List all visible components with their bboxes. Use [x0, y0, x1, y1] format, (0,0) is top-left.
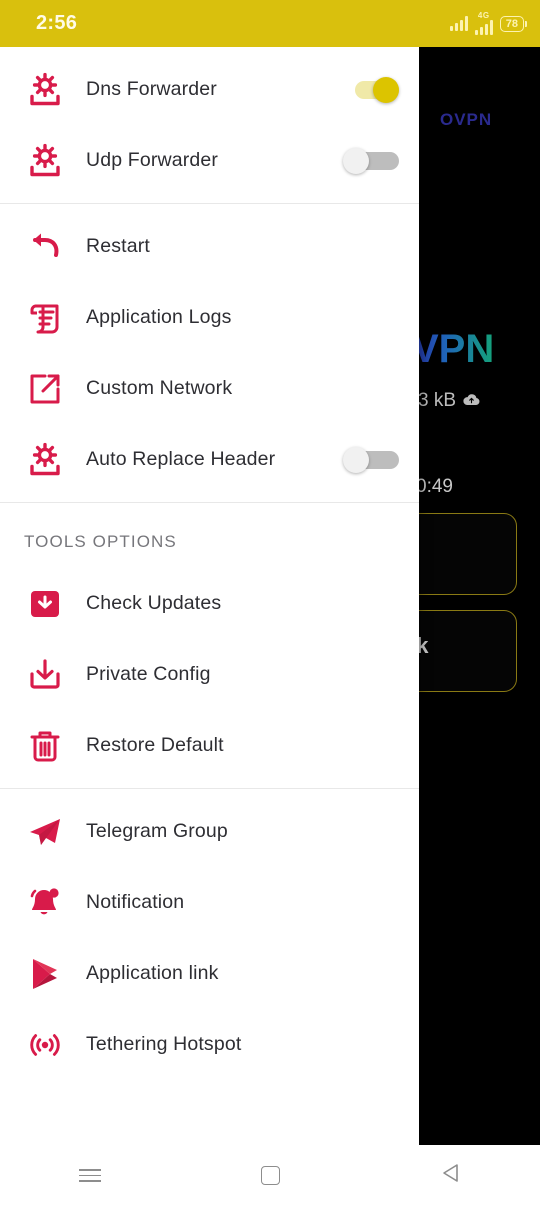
status-bar: 2:56 4G 78 [0, 0, 540, 47]
status-clock: 2:56 [36, 12, 78, 34]
navigation-drawer: Dns Forwarder Udp Forwarder Restart Appl… [0, 47, 419, 1145]
telegram-plane-icon [22, 814, 68, 850]
phone-screen: OVPN VPN 3 kB 0:49 ck 2:56 4G [0, 0, 540, 1206]
toggle-thumb [373, 76, 399, 103]
drawer-item-auto-replace-header[interactable]: Auto Replace Header [0, 424, 419, 495]
play-store-icon [22, 956, 68, 992]
home-button[interactable] [230, 1145, 310, 1206]
drawer-item-application-logs[interactable]: Application Logs [0, 282, 419, 353]
dns-forwarder-toggle[interactable] [343, 76, 399, 103]
drawer-item-private-config[interactable]: Private Config [0, 639, 419, 710]
drawer-item-custom-network[interactable]: Custom Network [0, 353, 419, 424]
drawer-item-application-link[interactable]: Application link [0, 938, 419, 1009]
app-title: VPN [412, 327, 495, 371]
gear-tray-icon [22, 70, 68, 110]
network-type-label: 4G [477, 11, 490, 20]
battery-icon: 78 [499, 15, 524, 32]
data-usage: 3 kB [418, 390, 480, 412]
drawer-item-notification[interactable]: Notification [0, 867, 419, 938]
download-tray-icon [22, 657, 68, 693]
recents-button[interactable] [50, 1145, 130, 1206]
signal-bars-icon [449, 16, 468, 31]
connection-timer: 0:49 [416, 476, 453, 497]
external-link-box-icon [22, 371, 68, 407]
back-button[interactable] [410, 1145, 490, 1206]
section-header-tools-options: TOOLS OPTIONS [24, 532, 177, 551]
drawer-item-label: Telegram Group [86, 820, 228, 842]
back-triangle-icon [442, 1163, 459, 1188]
toggle-thumb [343, 147, 369, 174]
drawer-item-dns-forwarder[interactable]: Dns Forwarder [0, 54, 419, 125]
drawer-item-label: Notification [86, 891, 185, 913]
battery-level: 78 [505, 17, 518, 30]
drawer-item-label: Application Logs [86, 306, 232, 328]
status-icons: 4G 78 [449, 11, 524, 35]
trash-icon [22, 728, 68, 764]
drawer-item-label: Dns Forwarder [86, 78, 217, 100]
drawer-item-label: Restart [86, 235, 150, 257]
drawer-item-restart[interactable]: Restart [0, 211, 419, 282]
toggle-thumb [343, 446, 369, 473]
home-square-icon [260, 1166, 280, 1185]
gear-tray-icon [22, 440, 68, 480]
logs-scroll-icon [22, 300, 68, 336]
drawer-item-label: Private Config [86, 663, 211, 685]
links-section: Telegram Group Notification Application … [0, 788, 419, 1087]
drawer-item-tethering-hotspot[interactable]: Tethering Hotspot [0, 1009, 419, 1080]
gear-tray-icon [22, 141, 68, 181]
drawer-item-label: Restore Default [86, 734, 224, 756]
system-section: Restart Application Logs Custom Network … [0, 203, 419, 502]
drawer-item-label: Tethering Hotspot [86, 1033, 242, 1055]
tools-options-section: TOOLS OPTIONS Check Updates Private Conf… [0, 502, 419, 788]
hotspot-broadcast-icon [22, 1027, 68, 1063]
drawer-item-check-updates[interactable]: Check Updates [0, 568, 419, 639]
forwarder-section: Dns Forwarder Udp Forwarder [0, 47, 419, 203]
protocol-label: OVPN [440, 110, 493, 129]
drawer-item-telegram-group[interactable]: Telegram Group [0, 796, 419, 867]
udp-forwarder-toggle[interactable] [343, 147, 399, 174]
network-4g-icon: 4G [474, 11, 493, 35]
data-usage-value: 3 kB [418, 390, 457, 411]
auto-replace-header-toggle[interactable] [343, 446, 399, 473]
drawer-item-restore-default[interactable]: Restore Default [0, 710, 419, 781]
cloud-upload-icon [463, 390, 480, 412]
drawer-item-label: Auto Replace Header [86, 448, 276, 470]
drawer-item-label: Custom Network [86, 377, 233, 399]
menu-lines-icon [79, 1165, 101, 1186]
restart-arrow-icon [22, 228, 68, 266]
update-download-box-icon [22, 587, 68, 621]
drawer-item-label: Application link [86, 962, 219, 984]
drawer-item-label: Check Updates [86, 592, 222, 614]
android-nav-bar [0, 1145, 540, 1206]
drawer-item-udp-forwarder[interactable]: Udp Forwarder [0, 125, 419, 196]
bell-icon [22, 885, 68, 921]
drawer-item-label: Udp Forwarder [86, 149, 218, 171]
